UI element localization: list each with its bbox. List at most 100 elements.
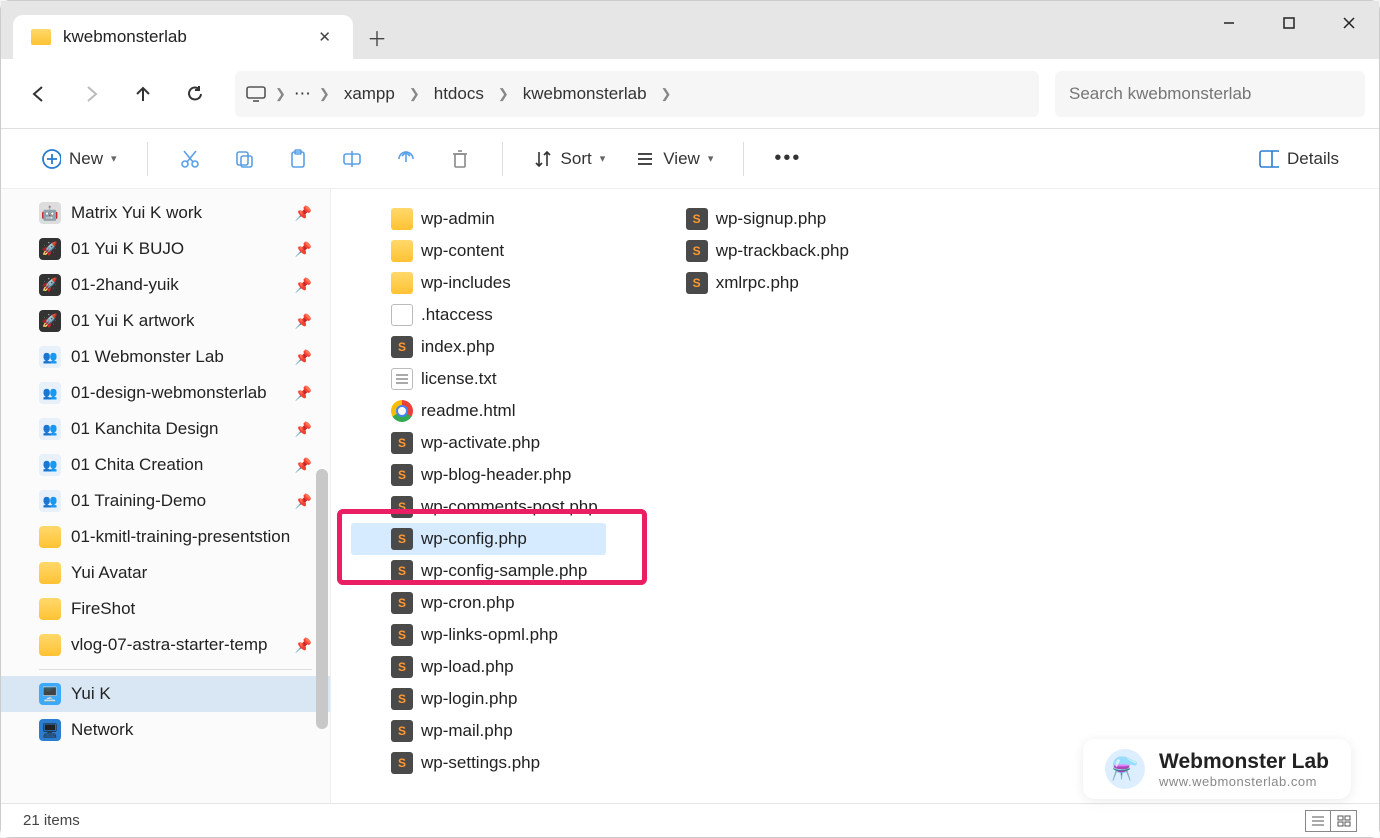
file-item[interactable]: Swp-comments-post.php bbox=[351, 491, 606, 523]
titlebar: kwebmonsterlab ✕ ＋ bbox=[1, 1, 1379, 59]
sidebar-item[interactable]: 🖥Network bbox=[1, 712, 330, 748]
new-button[interactable]: New ▾ bbox=[31, 143, 127, 175]
breadcrumb-segment[interactable]: xampp bbox=[338, 80, 401, 108]
file-item[interactable]: Swp-mail.php bbox=[351, 715, 606, 747]
share-button[interactable] bbox=[384, 139, 428, 179]
file-name: wp-cron.php bbox=[421, 593, 515, 613]
file-item[interactable]: Swp-config.php bbox=[351, 523, 606, 555]
breadcrumb-segment[interactable]: kwebmonsterlab bbox=[517, 80, 653, 108]
pin-icon: 📌 bbox=[295, 385, 312, 402]
scrollbar-thumb[interactable] bbox=[316, 469, 328, 729]
address-bar[interactable]: ❯ ⋯ ❯ xampp ❯ htdocs ❯ kwebmonsterlab ❯ bbox=[235, 71, 1039, 117]
file-item[interactable]: Swp-activate.php bbox=[351, 427, 606, 459]
new-tab-button[interactable]: ＋ bbox=[353, 15, 401, 59]
sidebar-item-label: 01 Training-Demo bbox=[71, 491, 206, 511]
sidebar-item-label: Matrix Yui K work bbox=[71, 203, 202, 223]
sidebar-item[interactable]: 🚀01-2hand-yuik📌 bbox=[1, 267, 330, 303]
icons-view-button[interactable] bbox=[1331, 810, 1357, 832]
folder-icon bbox=[391, 272, 413, 294]
sidebar-item-label: 01-kmitl-training-presentstion bbox=[71, 527, 290, 547]
sidebar-item[interactable]: FireShot bbox=[1, 591, 330, 627]
cut-button[interactable] bbox=[168, 139, 212, 179]
file-item[interactable]: wp-admin bbox=[351, 203, 606, 235]
refresh-button[interactable] bbox=[171, 70, 219, 118]
sidebar-item[interactable]: 👥 01 Chita Creation 📌 bbox=[1, 447, 330, 483]
more-button[interactable]: ••• bbox=[764, 141, 811, 176]
breadcrumb-segment[interactable]: htdocs bbox=[428, 80, 490, 108]
sidebar-item-label: 01-design-webmonsterlab bbox=[71, 383, 267, 403]
sidebar-item[interactable]: 🖥️Yui K bbox=[1, 676, 330, 712]
subl-icon: S bbox=[686, 240, 708, 262]
pal-icon: 👥 bbox=[39, 418, 61, 440]
overflow-segment[interactable]: ⋯ bbox=[294, 84, 311, 104]
sidebar-item[interactable]: 👥01 Webmonster Lab📌 bbox=[1, 339, 330, 375]
pin-icon: 📌 bbox=[295, 313, 312, 330]
file-item[interactable]: readme.html bbox=[351, 395, 606, 427]
chevron-right-icon[interactable]: ❯ bbox=[275, 86, 286, 102]
file-item[interactable]: wp-content bbox=[351, 235, 606, 267]
file-item[interactable]: Swp-links-opml.php bbox=[351, 619, 606, 651]
sidebar-item[interactable]: 👥01 Kanchita Design📌 bbox=[1, 411, 330, 447]
pal-icon: 👥 bbox=[39, 454, 61, 476]
paste-button[interactable] bbox=[276, 139, 320, 179]
delete-button[interactable] bbox=[438, 139, 482, 179]
forward-button[interactable] bbox=[67, 70, 115, 118]
plus-circle-icon bbox=[41, 149, 61, 169]
file-item[interactable]: Swp-blog-header.php bbox=[351, 459, 606, 491]
chevron-right-icon[interactable]: ❯ bbox=[661, 86, 672, 102]
file-item[interactable]: .htaccess bbox=[351, 299, 606, 331]
file-name: wp-includes bbox=[421, 273, 511, 293]
file-item[interactable]: wp-includes bbox=[351, 267, 606, 299]
sidebar-item[interactable]: 🚀01 Yui K artwork📌 bbox=[1, 303, 330, 339]
sidebar-item-label: Yui K bbox=[71, 684, 111, 704]
close-window-button[interactable] bbox=[1319, 1, 1379, 45]
window-controls bbox=[1199, 1, 1379, 45]
file-item[interactable]: Swp-trackback.php bbox=[646, 235, 857, 267]
search-input[interactable] bbox=[1055, 71, 1365, 117]
chevron-down-icon: ▾ bbox=[708, 152, 714, 165]
file-item[interactable]: Swp-load.php bbox=[351, 651, 606, 683]
view-label: View bbox=[663, 149, 700, 169]
details-pane-button[interactable]: Details bbox=[1249, 143, 1349, 175]
file-item[interactable]: Swp-settings.php bbox=[351, 747, 606, 779]
up-button[interactable] bbox=[119, 70, 167, 118]
sidebar-item-label: 01 Chita Creation bbox=[71, 455, 203, 475]
view-button[interactable]: View ▾ bbox=[625, 143, 723, 175]
back-button[interactable] bbox=[15, 70, 63, 118]
sidebar-item[interactable]: vlog-07-astra-starter-temp📌 bbox=[1, 627, 330, 663]
file-item[interactable]: Sxmlrpc.php bbox=[646, 267, 857, 299]
sort-label: Sort bbox=[561, 149, 592, 169]
subl-icon: S bbox=[391, 720, 413, 742]
rename-button[interactable] bbox=[330, 139, 374, 179]
sidebar-item[interactable]: 🚀01 Yui K BUJO📌 bbox=[1, 231, 330, 267]
file-name: wp-blog-header.php bbox=[421, 465, 571, 485]
minimize-button[interactable] bbox=[1199, 1, 1259, 45]
chevron-right-icon[interactable]: ❯ bbox=[319, 86, 330, 102]
file-list[interactable]: wp-adminwp-content wp-includes .htaccessSi… bbox=[331, 189, 1379, 803]
separator bbox=[147, 142, 148, 176]
sidebar-item[interactable]: 🤖Matrix Yui K work📌 bbox=[1, 195, 330, 231]
copy-button[interactable] bbox=[222, 139, 266, 179]
chevron-right-icon[interactable]: ❯ bbox=[409, 86, 420, 102]
file-item[interactable]: Swp-config-sample.php bbox=[351, 555, 606, 587]
sidebar-item[interactable]: 👥01 Training-Demo📌 bbox=[1, 483, 330, 519]
sidebar-item[interactable]: 01-kmitl-training-presentstion bbox=[1, 519, 330, 555]
rocket-icon: 🚀 bbox=[39, 310, 61, 332]
pin-icon: 📌 bbox=[295, 457, 312, 474]
maximize-button[interactable] bbox=[1259, 1, 1319, 45]
details-view-button[interactable] bbox=[1305, 810, 1331, 832]
file-item[interactable]: Swp-cron.php bbox=[351, 587, 606, 619]
file-item[interactable]: Swp-login.php bbox=[351, 683, 606, 715]
window-tab[interactable]: kwebmonsterlab ✕ bbox=[13, 15, 353, 59]
sidebar-item[interactable]: 👥01-design-webmonsterlab📌 bbox=[1, 375, 330, 411]
chevron-right-icon[interactable]: ❯ bbox=[498, 86, 509, 102]
folder-icon bbox=[39, 598, 61, 620]
file-item[interactable]: license.txt bbox=[351, 363, 606, 395]
close-tab-button[interactable]: ✕ bbox=[314, 24, 335, 50]
sort-button[interactable]: Sort ▾ bbox=[523, 143, 616, 175]
file-item[interactable]: Sindex.php bbox=[351, 331, 606, 363]
sidebar-item[interactable]: Yui Avatar bbox=[1, 555, 330, 591]
watermark: ⚗️ Webmonster Lab www.webmonsterlab.com bbox=[1083, 739, 1351, 799]
file-item[interactable]: Swp-signup.php bbox=[646, 203, 857, 235]
status-bar: 21 items bbox=[1, 803, 1379, 837]
